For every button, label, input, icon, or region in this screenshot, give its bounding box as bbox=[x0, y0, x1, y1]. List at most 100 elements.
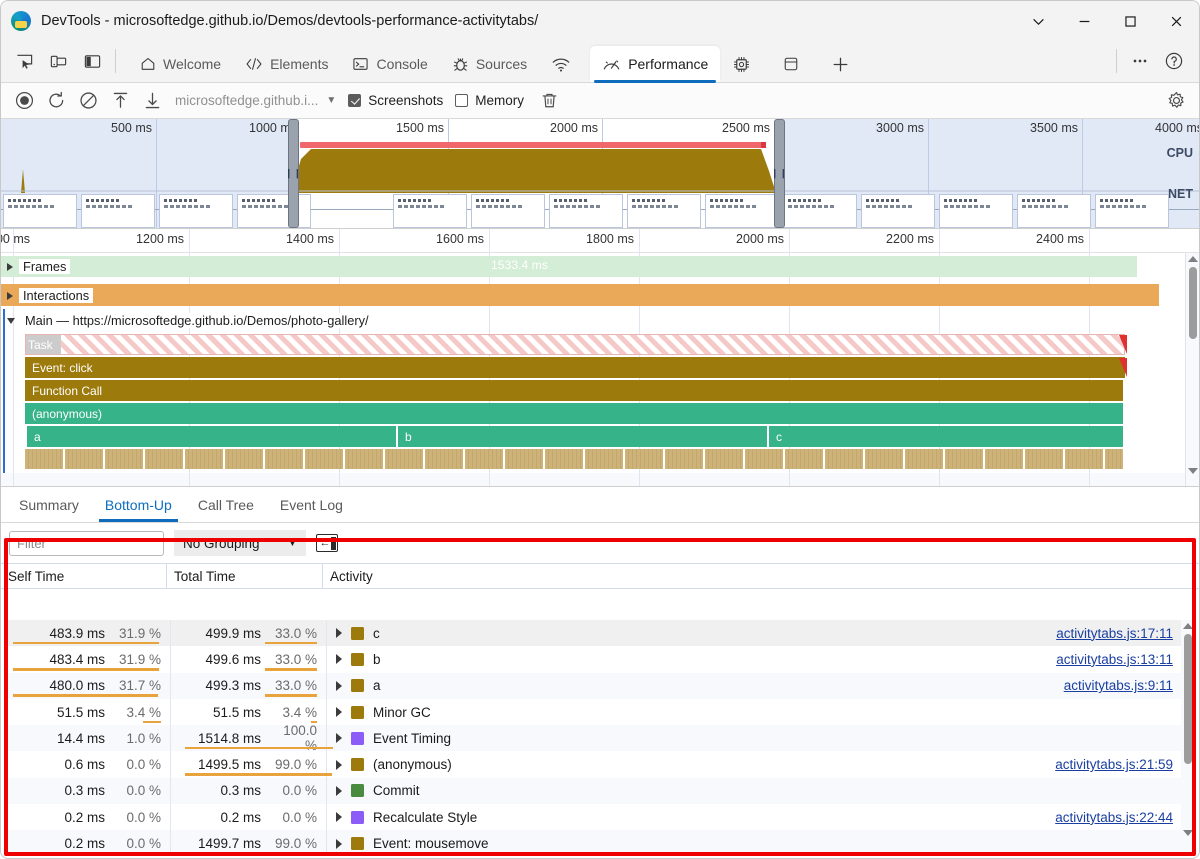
table-row[interactable]: 483.9 ms 31.9 % 499.9 ms 33.0 % c activi… bbox=[5, 620, 1195, 647]
help-icon[interactable] bbox=[1157, 44, 1191, 78]
table-row[interactable]: 0.6 ms 0.0 % 1499.5 ms 99.0 % (anonymous… bbox=[5, 751, 1195, 778]
tab-event-log[interactable]: Event Log bbox=[268, 488, 355, 522]
track-header-interactions[interactable]: Interactions bbox=[7, 288, 94, 303]
scrollbar-thumb[interactable] bbox=[1184, 634, 1192, 764]
table-scrollbar[interactable] bbox=[1181, 620, 1195, 852]
flame-bar-c[interactable]: c bbox=[769, 426, 1123, 447]
maximize-icon[interactable] bbox=[1107, 1, 1153, 41]
collapse-children-button[interactable]: ← bbox=[316, 534, 339, 552]
gear-icon[interactable] bbox=[1161, 87, 1191, 115]
flame-scrollbar[interactable] bbox=[1185, 253, 1199, 486]
selection-handle-left[interactable]: ❘❘ bbox=[285, 119, 301, 228]
expand-arrow-icon[interactable] bbox=[336, 785, 342, 796]
flame-chart[interactable]: 1000 ms 1200 ms 1400 ms 1600 ms 1800 ms … bbox=[1, 229, 1199, 487]
tab-welcome[interactable]: Welcome bbox=[128, 46, 233, 82]
filmstrip-frame[interactable] bbox=[783, 194, 857, 228]
table-row[interactable]: 480.0 ms 31.7 % 499.3 ms 33.0 % a activi… bbox=[5, 672, 1195, 699]
filmstrip-frame[interactable] bbox=[861, 194, 935, 228]
device-emulation-icon[interactable] bbox=[41, 44, 75, 78]
source-link[interactable]: activitytabs.js:21:59 bbox=[1055, 757, 1195, 772]
tab-application[interactable] bbox=[770, 46, 819, 82]
expand-arrow-icon[interactable] bbox=[336, 838, 342, 849]
filmstrip-frame[interactable] bbox=[3, 194, 77, 228]
tab-network[interactable] bbox=[539, 46, 590, 82]
flame-bar-task[interactable]: Task bbox=[25, 334, 1125, 355]
flame-bar-a[interactable]: a bbox=[27, 426, 396, 447]
expand-arrow-icon[interactable] bbox=[336, 733, 342, 744]
flame-bar-anonymous[interactable]: (anonymous) bbox=[25, 403, 1123, 424]
expand-arrow-icon[interactable] bbox=[336, 680, 342, 691]
scroll-up-arrow-icon[interactable] bbox=[1183, 623, 1193, 629]
more-options-icon[interactable] bbox=[1123, 44, 1157, 78]
scroll-up-arrow-icon[interactable] bbox=[1188, 256, 1198, 262]
expand-arrow-icon[interactable] bbox=[336, 759, 342, 770]
trash-icon[interactable] bbox=[534, 87, 564, 115]
save-profile-button[interactable] bbox=[137, 87, 167, 115]
tab-memory[interactable] bbox=[720, 46, 770, 82]
track-header-main[interactable]: Main — https://microsoftedge.github.io/D… bbox=[7, 313, 373, 328]
table-row[interactable]: 0.2 ms 0.0 % 0.2 ms 0.0 % Recalculate St… bbox=[5, 804, 1195, 831]
source-link[interactable]: activitytabs.js:22:44 bbox=[1055, 810, 1195, 825]
load-profile-button[interactable] bbox=[105, 87, 135, 115]
table-row[interactable]: 483.4 ms 31.9 % 499.6 ms 33.0 % b activi… bbox=[5, 646, 1195, 673]
flame-bar-function-call[interactable]: Function Call bbox=[25, 380, 1123, 401]
column-header-self-time[interactable]: Self Time bbox=[1, 564, 167, 588]
filmstrip-frame[interactable] bbox=[1095, 194, 1169, 228]
expand-arrow-icon[interactable] bbox=[336, 707, 342, 718]
timeline-overview[interactable]: 500 ms 1000 ms 1500 ms 2000 ms 2500 ms 3… bbox=[1, 119, 1199, 229]
grouping-select[interactable]: No Grouping ▼ bbox=[174, 530, 307, 556]
reload-and-record-button[interactable] bbox=[41, 87, 71, 115]
filmstrip[interactable] bbox=[1, 192, 1199, 228]
tab-elements[interactable]: Elements bbox=[233, 46, 340, 82]
table-row[interactable]: 0.3 ms 0.0 % 0.3 ms 0.0 % Commit bbox=[5, 777, 1195, 805]
filmstrip-frame[interactable] bbox=[549, 194, 623, 228]
column-header-activity[interactable]: Activity bbox=[323, 564, 1199, 588]
frames-band[interactable] bbox=[1, 256, 1137, 277]
screenshots-checkbox[interactable]: Screenshots bbox=[348, 93, 443, 108]
table-row[interactable]: 51.5 ms 3.4 % 51.5 ms 3.4 % Minor GC bbox=[5, 698, 1195, 726]
scroll-down-arrow-icon[interactable] bbox=[1183, 830, 1193, 836]
scrollbar-thumb[interactable] bbox=[1189, 267, 1197, 339]
filmstrip-frame[interactable] bbox=[81, 194, 155, 228]
filmstrip-frame[interactable] bbox=[627, 194, 701, 228]
tab-sources[interactable]: Sources bbox=[440, 46, 539, 82]
clear-recording-button[interactable] bbox=[73, 87, 103, 115]
filmstrip-frame[interactable] bbox=[159, 194, 233, 228]
tab-summary[interactable]: Summary bbox=[7, 488, 91, 522]
flame-bar-b[interactable]: b bbox=[398, 426, 767, 447]
tab-call-tree[interactable]: Call Tree bbox=[186, 488, 266, 522]
dock-side-icon[interactable] bbox=[75, 44, 109, 78]
minimize-icon[interactable] bbox=[1061, 1, 1107, 41]
tab-console[interactable]: Console bbox=[340, 46, 439, 82]
tab-performance[interactable]: Performance bbox=[590, 46, 721, 83]
expand-arrow-icon[interactable] bbox=[336, 812, 342, 823]
track-header-frames[interactable]: Frames bbox=[7, 259, 71, 274]
filmstrip-frame[interactable] bbox=[1017, 194, 1091, 228]
selection-handle-right[interactable]: ❘❘ bbox=[771, 119, 787, 228]
inspect-element-icon[interactable] bbox=[7, 44, 41, 78]
tab-bottom-up[interactable]: Bottom-Up bbox=[93, 488, 184, 522]
column-header-total-time[interactable]: Total Time bbox=[167, 564, 323, 588]
expand-arrow-icon[interactable] bbox=[336, 654, 342, 665]
interactions-band[interactable] bbox=[1, 284, 1159, 306]
record-button[interactable] bbox=[9, 87, 39, 115]
bottom-up-table[interactable]: 483.9 ms 31.9 % 499.9 ms 33.0 % c activi… bbox=[5, 620, 1195, 852]
table-row[interactable]: 14.4 ms 1.0 % 1514.8 ms 100.0 % Event Ti… bbox=[5, 723, 1195, 753]
close-icon[interactable] bbox=[1153, 1, 1199, 41]
expand-arrow-icon[interactable] bbox=[336, 628, 342, 639]
flame-bar-event-click[interactable]: Event: click bbox=[25, 357, 1125, 378]
filter-input[interactable]: Filter bbox=[9, 530, 164, 556]
memory-checkbox[interactable]: Memory bbox=[455, 93, 524, 108]
filmstrip-frame[interactable] bbox=[393, 194, 467, 228]
source-link[interactable]: activitytabs.js:13:11 bbox=[1056, 652, 1195, 667]
filmstrip-frame[interactable] bbox=[237, 194, 311, 228]
chevron-down-icon[interactable] bbox=[1015, 1, 1061, 41]
tab-add-panel[interactable] bbox=[819, 46, 869, 82]
source-link[interactable]: activitytabs.js:9:11 bbox=[1064, 678, 1195, 693]
filmstrip-frame[interactable] bbox=[705, 194, 779, 228]
recording-selector[interactable]: microsoftedge.github.i... ▼ bbox=[175, 93, 336, 108]
table-row[interactable]: 0.2 ms 0.0 % 1499.7 ms 99.0 % Event: mou… bbox=[5, 830, 1195, 852]
filmstrip-frame[interactable] bbox=[939, 194, 1013, 228]
filmstrip-frame[interactable] bbox=[471, 194, 545, 228]
source-link[interactable]: activitytabs.js:17:11 bbox=[1056, 626, 1195, 641]
